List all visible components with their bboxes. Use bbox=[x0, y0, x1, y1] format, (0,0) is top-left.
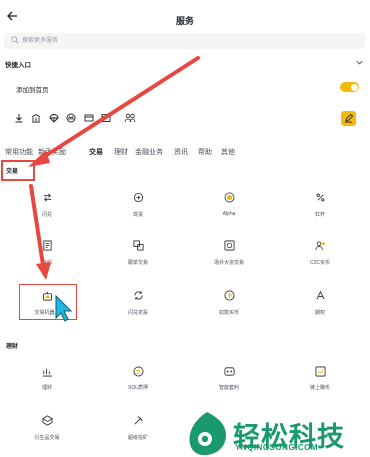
highlight-box bbox=[1, 160, 35, 181]
users-icon[interactable] bbox=[124, 113, 136, 123]
item-label[interactable]: 杠杆 bbox=[290, 211, 350, 218]
mining-icon[interactable] bbox=[133, 413, 144, 431]
add-to-home-label: 添加到首页 bbox=[16, 87, 49, 94]
search-input[interactable]: 搜索更多服务 bbox=[4, 33, 365, 49]
item-label[interactable]: 合约 bbox=[17, 259, 77, 266]
futures-icon[interactable] bbox=[42, 238, 53, 256]
bank-icon[interactable] bbox=[31, 113, 41, 123]
derivatives-icon[interactable] bbox=[42, 413, 53, 431]
card-icon[interactable] bbox=[84, 113, 94, 123]
item-label[interactable]: C2C买币 bbox=[290, 259, 350, 266]
item-label[interactable]: 链上赚币 bbox=[290, 384, 350, 391]
trading-bot-icon[interactable] bbox=[42, 289, 53, 307]
watermark-logo bbox=[189, 412, 226, 456]
watermark-url: YNQINGSONG.COM bbox=[235, 443, 319, 452]
options-icon[interactable] bbox=[315, 288, 326, 306]
tab-trade[interactable]: 交易 bbox=[89, 147, 103, 157]
parachute-icon[interactable] bbox=[49, 113, 59, 123]
item-label[interactable]: Alpha bbox=[199, 211, 259, 217]
add-to-home-toggle[interactable] bbox=[340, 82, 359, 92]
tab-earn[interactable]: 理财 bbox=[114, 147, 128, 157]
onchain-earn-icon[interactable] bbox=[315, 364, 326, 382]
section-title-earn: 理财 bbox=[6, 344, 19, 350]
item-label[interactable]: 超级挖矿 bbox=[108, 434, 168, 441]
item-label[interactable]: 智能套利 bbox=[199, 384, 259, 391]
auto-invest-icon[interactable] bbox=[133, 288, 144, 306]
page-title: 服务 bbox=[175, 16, 194, 26]
sol-staking-icon[interactable] bbox=[133, 364, 144, 382]
image-icon[interactable] bbox=[101, 113, 111, 123]
buy-crypto-icon[interactable] bbox=[224, 288, 235, 306]
search-placeholder: 搜索更多服务 bbox=[22, 38, 59, 44]
item-label[interactable]: 场外大宗交易 bbox=[199, 259, 259, 266]
toggle-knob bbox=[350, 83, 358, 91]
block-trade-icon[interactable] bbox=[224, 238, 235, 256]
item-label[interactable]: 期权 bbox=[290, 309, 350, 316]
alpha-icon[interactable] bbox=[224, 190, 235, 208]
item-label[interactable]: 闪兑 bbox=[17, 211, 77, 218]
item-label[interactable]: 现货 bbox=[108, 211, 168, 218]
item-label[interactable]: 闪兑定投 bbox=[108, 309, 168, 316]
item-label[interactable]: SOL质押 bbox=[108, 384, 168, 391]
c2c-icon[interactable] bbox=[315, 238, 326, 256]
crown-icon[interactable] bbox=[66, 113, 76, 123]
edit-shortcuts-button[interactable] bbox=[341, 111, 356, 126]
tab-finance[interactable]: 金融业务 bbox=[135, 147, 163, 157]
tab-other[interactable]: 其他 bbox=[221, 147, 235, 157]
spot-icon[interactable] bbox=[133, 190, 144, 208]
tab-newbie[interactable]: 新手奖励 bbox=[38, 147, 66, 157]
item-label[interactable]: 理财 bbox=[17, 384, 77, 391]
tab-help[interactable]: 帮助 bbox=[198, 147, 212, 157]
smart-arbitrage-icon[interactable] bbox=[224, 364, 235, 382]
convert-icon[interactable] bbox=[42, 190, 53, 208]
item-label[interactable]: 扣款买币 bbox=[199, 309, 259, 316]
item-label[interactable]: 衍生品交易 bbox=[17, 434, 77, 441]
tab-news[interactable]: 资讯 bbox=[174, 147, 188, 157]
download-icon[interactable] bbox=[14, 113, 24, 123]
search-icon bbox=[11, 36, 19, 44]
earn-icon[interactable] bbox=[42, 364, 53, 382]
margin-icon[interactable] bbox=[315, 190, 326, 208]
copy-trading-icon[interactable] bbox=[133, 238, 144, 256]
item-label[interactable]: 跟单交易 bbox=[108, 259, 168, 266]
tab-common[interactable]: 常用功能 bbox=[5, 147, 33, 157]
item-label[interactable]: 交易机器人 bbox=[17, 309, 77, 316]
quick-access-title: 快捷入口 bbox=[5, 62, 31, 69]
chevron-down-icon[interactable] bbox=[355, 58, 364, 67]
